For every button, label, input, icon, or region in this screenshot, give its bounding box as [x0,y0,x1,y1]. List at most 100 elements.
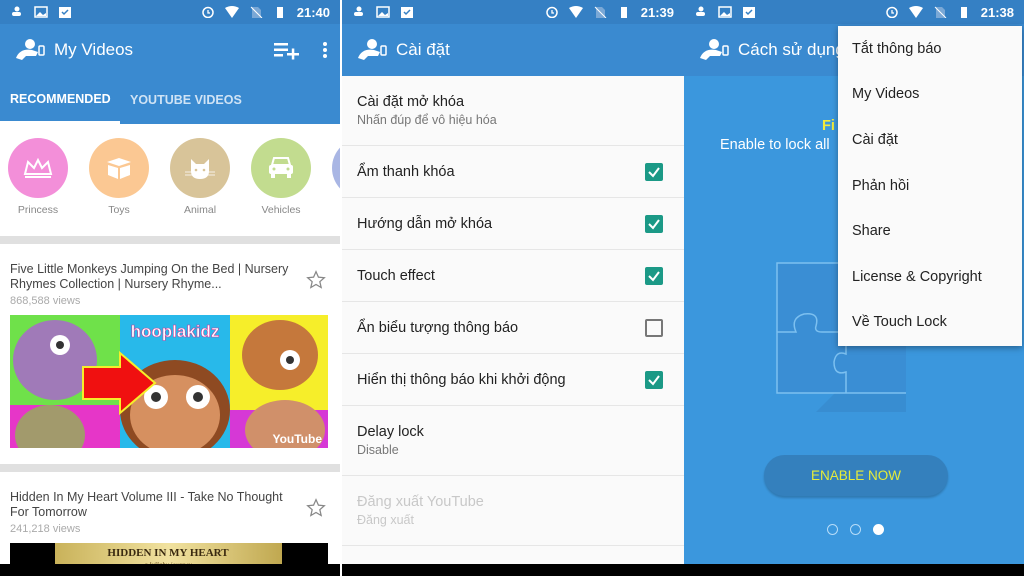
setting-hide-notification-icon[interactable]: Ẩn biểu tượng thông báo [342,302,684,354]
page-dot[interactable] [827,524,838,535]
settings-list: Cài đặt mở khóa Nhấn đúp để vô hiệu hóa Ẩ… [342,76,684,546]
image-icon [34,6,48,18]
more-vert-icon[interactable] [322,41,328,59]
category-list: Princess Toys Animal Vehicles [0,124,340,236]
category-label: Vehicles [261,204,301,216]
video-item[interactable]: Hidden In My Heart Volume III - Take No … [0,472,340,576]
video-thumbnail[interactable]: hooplakidz YouTube [10,315,328,448]
no-sim-icon [594,6,607,18]
page-dot-active[interactable] [873,524,884,535]
category-label: Toys [108,204,130,216]
enable-now-button[interactable]: ENABLE NOW [764,455,948,496]
battery-icon [960,7,967,18]
setting-title: Hướng dẫn mở khóa [357,215,493,232]
status-bar: 21:40 [0,0,340,24]
nav-bar-edge [342,564,684,576]
app-bar: Cài đặt [342,24,684,76]
wifi-icon [224,6,239,18]
setting-title: Hiển thị thông báo khi khởi động [357,371,566,388]
alarm-icon [546,6,558,18]
no-sim-icon [934,6,947,18]
battery-icon [620,7,627,18]
category-more[interactable] [332,138,340,236]
app-bar: My Videos [0,24,340,76]
app-logo-icon [16,39,45,60]
setting-unlock-settings[interactable]: Cài đặt mở khóa Nhấn đúp để vô hiệu hóa [342,76,684,146]
thumbnail-image: hooplakidz YouTube [10,315,328,448]
nav-bar-edge [0,564,340,576]
section-divider [0,236,340,244]
page-title: Cài đặt [396,40,450,59]
checkbox-checked[interactable] [645,162,663,181]
star-icon[interactable] [306,270,326,290]
cat-icon [185,159,215,179]
video-views: 868,588 views [10,295,81,307]
nav-bar-edge [684,564,1024,576]
video-item[interactable]: Five Little Monkeys Jumping On the Bed |… [0,244,340,464]
category-animal[interactable]: Animal [170,138,230,236]
category-label: Animal [183,204,217,216]
my-videos-screen: 21:40 My Videos RECOMMENDED YOUTUBE VIDE… [0,0,340,576]
setting-lock-sound[interactable]: Ẩm thanh khóa [342,146,684,198]
clipboard-check-icon [401,7,413,18]
setting-delay-lock[interactable]: Delay lock Disable [342,406,684,476]
car-icon [269,157,293,178]
setting-unlock-guide[interactable]: Hướng dẫn mở khóa [342,198,684,250]
app-notification-icon [354,6,363,16]
video-title: Five Little Monkeys Jumping On the Bed |… [10,262,289,291]
category-toys[interactable]: Toys [89,138,149,236]
overflow-menu: Tắt thông báo My Videos Cài đặt Phản hồi… [838,26,1022,346]
menu-item-license[interactable]: License & Copyright [838,254,1022,300]
image-icon [376,6,390,18]
image-icon [718,6,732,18]
app-notification-icon [696,6,705,16]
menu-item-feedback[interactable]: Phản hồi [838,163,1022,209]
clock: 21:39 [640,4,674,20]
category-vehicles[interactable]: Vehicles [251,138,311,236]
clock: 21:40 [296,4,330,20]
app-logo-icon [358,39,387,60]
alarm-icon [886,6,898,18]
clipboard-check-icon [743,7,755,18]
status-bar: 21:39 [342,0,684,24]
tab-youtube-videos[interactable]: YOUTUBE VIDEOS [120,76,252,124]
tutorial-heading: Fi [822,118,835,134]
setting-title: Ẩm thanh khóa [357,163,455,180]
battery-icon [276,7,283,18]
playlist-add-icon[interactable] [274,40,300,60]
checkbox-checked[interactable] [645,214,663,233]
settings-screen: 21:39 Cài đặt Cài đặt mở khóa Nhấn đúp để… [342,0,684,576]
menu-item-disable-notifications[interactable]: Tắt thông báo [838,26,1022,72]
page-indicator [827,524,884,535]
app-notification-icon [12,6,21,16]
menu-item-settings[interactable]: Cài đặt [838,117,1022,163]
setting-subtitle: Nhấn đúp để vô hiệu hóa [357,113,497,127]
star-icon[interactable] [306,498,326,518]
section-divider [0,464,340,472]
checkbox-checked[interactable] [645,370,663,389]
setting-title: Delay lock [357,424,424,440]
menu-item-share[interactable]: Share [838,208,1022,254]
tab-recommended[interactable]: RECOMMENDED [0,76,120,124]
setting-subtitle: Đăng xuất [357,513,414,527]
thumbnail-watermark: YouTube [272,432,322,446]
menu-item-about[interactable]: Về Touch Lock [838,300,1022,346]
setting-show-notification-on-boot[interactable]: Hiển thị thông báo khi khởi động [342,354,684,406]
page-title: My Videos [54,40,134,59]
tutorial-subtitle-text: Enable to lock all [720,137,830,153]
wifi-icon [908,6,923,18]
setting-touch-effect[interactable]: Touch effect [342,250,684,302]
clipboard-check-icon [59,7,71,18]
no-sim-icon [250,6,263,18]
category-princess[interactable]: Princess [8,138,68,236]
setting-title: Ẩn biểu tượng thông báo [357,319,519,336]
setting-title: Cài đặt mở khóa [357,94,465,110]
checkbox-unchecked[interactable] [645,318,663,337]
setting-subtitle: Disable [357,443,399,457]
thumbnail-title-text: HIDDEN IN MY HEART [107,547,229,559]
setting-title: Touch effect [357,267,435,284]
menu-item-my-videos[interactable]: My Videos [838,72,1022,118]
page-dot[interactable] [850,524,861,535]
category-label: Princess [17,204,59,216]
checkbox-checked[interactable] [645,266,663,285]
